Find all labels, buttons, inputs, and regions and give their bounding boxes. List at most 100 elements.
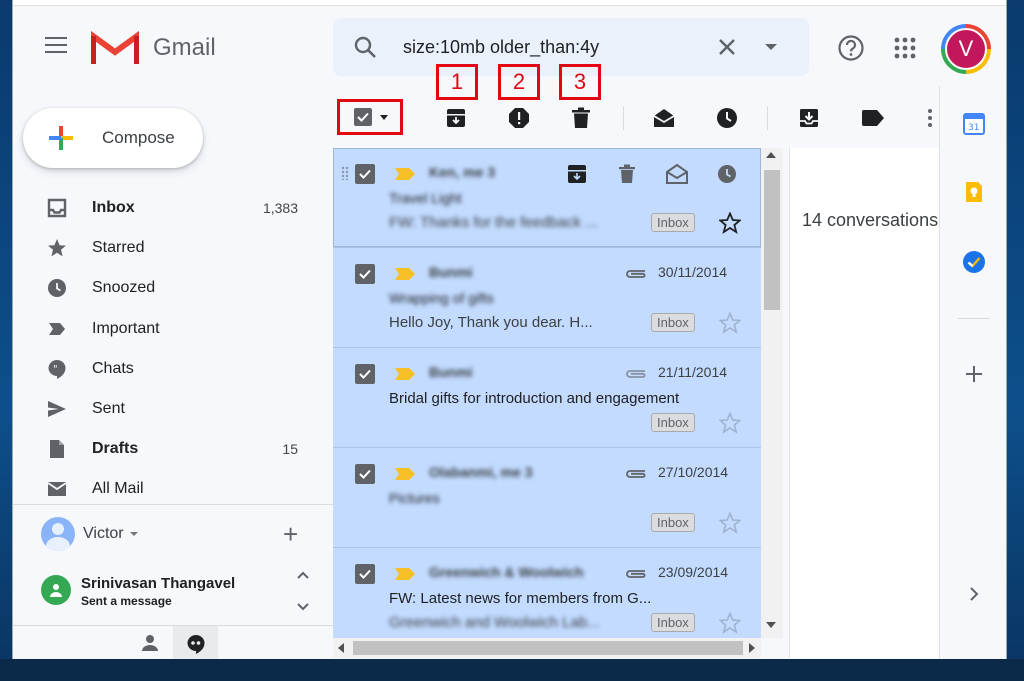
star-outline-icon[interactable]: [719, 412, 741, 434]
add-apps-plus-icon[interactable]: [962, 362, 986, 386]
compose-button[interactable]: Compose: [23, 108, 203, 168]
apps-grid-icon[interactable]: [893, 36, 917, 60]
important-marker-icon[interactable]: [395, 568, 415, 580]
archive-icon[interactable]: [565, 162, 589, 186]
sidebar-item-snoozed[interactable]: Snoozed: [13, 268, 333, 308]
row-checkbox[interactable]: [355, 164, 375, 184]
keep-icon[interactable]: [962, 180, 986, 204]
star-outline-icon[interactable]: [719, 312, 741, 334]
search-options-caret[interactable]: [765, 44, 777, 50]
important-icon: [47, 319, 67, 339]
contacts-person-icon[interactable]: [141, 634, 159, 652]
email-date: 30/11/2014: [658, 264, 728, 280]
clock-icon[interactable]: [715, 162, 739, 186]
sidebar-item-important[interactable]: Important: [13, 309, 333, 349]
avatar: [41, 517, 75, 551]
important-marker-icon[interactable]: [395, 468, 415, 480]
conversations-tab[interactable]: [173, 626, 218, 659]
star-outline-icon[interactable]: [719, 212, 741, 234]
drag-handle-icon[interactable]: [341, 166, 349, 180]
tasks-icon[interactable]: [962, 250, 986, 274]
snooze-button[interactable]: [715, 106, 739, 130]
sidebar-item-drafts[interactable]: Drafts 15: [13, 429, 333, 469]
scroll-down-arrow-icon[interactable]: [766, 622, 776, 628]
inbox-label-chip[interactable]: Inbox: [651, 513, 695, 532]
sidebar-item-chats[interactable]: " Chats: [13, 349, 333, 389]
chevron-up-icon[interactable]: [297, 571, 309, 579]
email-sender: Bunmi: [429, 264, 473, 280]
row-checkbox[interactable]: [355, 564, 375, 584]
email-sender: Bunmi: [429, 364, 473, 380]
archive-button[interactable]: [444, 106, 468, 130]
report-spam-button[interactable]: [507, 106, 531, 130]
account-avatar[interactable]: V: [941, 24, 991, 74]
scroll-up-arrow-icon[interactable]: [766, 152, 776, 158]
attachment-icon[interactable]: [623, 268, 649, 280]
inbox-label-chip[interactable]: Inbox: [651, 213, 695, 232]
new-chat-plus-icon[interactable]: +: [283, 521, 298, 547]
email-row[interactable]: Bunmi 30/11/2014 Wrapping of gifts Hello…: [333, 248, 761, 348]
hangouts-user-switcher[interactable]: Victor: [41, 517, 138, 551]
chevron-down-icon: [129, 532, 138, 536]
attachment-icon[interactable]: [623, 568, 649, 580]
sidebar-item-label: Snoozed: [92, 279, 156, 297]
callout-1: 1: [436, 64, 478, 100]
email-sender: Olabanmi, me 3: [429, 464, 533, 480]
email-date: 23/09/2014: [658, 564, 729, 580]
scroll-right-arrow-icon[interactable]: [749, 643, 755, 653]
attachment-icon[interactable]: [623, 468, 649, 480]
sidebar-item-starred[interactable]: Starred: [13, 228, 333, 268]
main-menu-button[interactable]: [41, 32, 71, 62]
email-row[interactable]: Bunmi 21/11/2014 Bridal gifts for introd…: [333, 348, 761, 448]
row-checkbox[interactable]: [355, 464, 375, 484]
move-to-button[interactable]: [797, 106, 821, 130]
chevron-down-icon[interactable]: [297, 603, 309, 611]
move-to-inbox-icon: [800, 109, 818, 127]
calendar-icon[interactable]: 31: [962, 112, 986, 136]
select-all-checkbox[interactable]: [337, 99, 403, 135]
search-input[interactable]: size:10mb older_than:4y: [403, 37, 599, 58]
inbox-icon: [47, 198, 67, 218]
email-row[interactable]: Ken, me 3 Travel Light FW: Thanks for th…: [333, 148, 761, 248]
email-subject: Travel Light: [389, 190, 462, 206]
labels-button[interactable]: [861, 106, 885, 130]
email-row[interactable]: Olabanmi, me 3 27/10/2014 Pictures Inbox: [333, 448, 761, 548]
star-outline-icon[interactable]: [719, 512, 741, 534]
checkmark-icon: [359, 269, 371, 279]
checkmark-icon: [359, 369, 371, 379]
sidebar-item-label: All Mail: [92, 480, 144, 498]
important-marker-icon[interactable]: [395, 268, 415, 280]
row-checkbox[interactable]: [355, 364, 375, 384]
mail-icon: [47, 479, 67, 499]
close-icon[interactable]: [715, 35, 739, 59]
email-list-vertical-scrollbar[interactable]: [761, 148, 783, 638]
reading-pane: 14 conversations: [789, 148, 939, 658]
sidebar-item-sent[interactable]: Sent: [13, 389, 333, 429]
sidebar-item-inbox[interactable]: Inbox 1,383: [13, 188, 333, 228]
help-icon[interactable]: [837, 34, 865, 62]
panel-divider: [958, 318, 990, 319]
inbox-label-chip[interactable]: Inbox: [651, 313, 695, 332]
inbox-label-chip[interactable]: Inbox: [651, 413, 695, 432]
trash-icon[interactable]: [615, 162, 639, 186]
delete-button[interactable]: [569, 106, 593, 130]
star-outline-icon[interactable]: [719, 612, 741, 634]
chevron-right-icon[interactable]: [962, 582, 986, 606]
open-envelope-icon: [653, 109, 675, 127]
row-checkbox[interactable]: [355, 264, 375, 284]
scrollbar-thumb[interactable]: [764, 170, 780, 310]
chevron-down-icon[interactable]: [380, 114, 388, 120]
inbox-label-chip[interactable]: Inbox: [651, 613, 695, 632]
mark-as-read-button[interactable]: [652, 106, 676, 130]
hangouts-contact[interactable]: Srinivasan Thangavel Sent a message: [41, 575, 235, 608]
open-envelope-icon[interactable]: [665, 162, 689, 186]
scroll-left-arrow-icon[interactable]: [338, 643, 344, 653]
gmail-logo[interactable]: Gmail: [91, 30, 216, 66]
important-marker-icon[interactable]: [395, 168, 415, 180]
scrollbar-thumb[interactable]: [353, 641, 743, 655]
important-marker-icon[interactable]: [395, 368, 415, 380]
search-icon[interactable]: [353, 35, 377, 59]
email-list-horizontal-scrollbar[interactable]: [333, 638, 761, 658]
attachment-icon[interactable]: [623, 368, 649, 380]
email-row[interactable]: Greenwich & Woolwich 23/09/2014 FW: Late…: [333, 548, 761, 638]
